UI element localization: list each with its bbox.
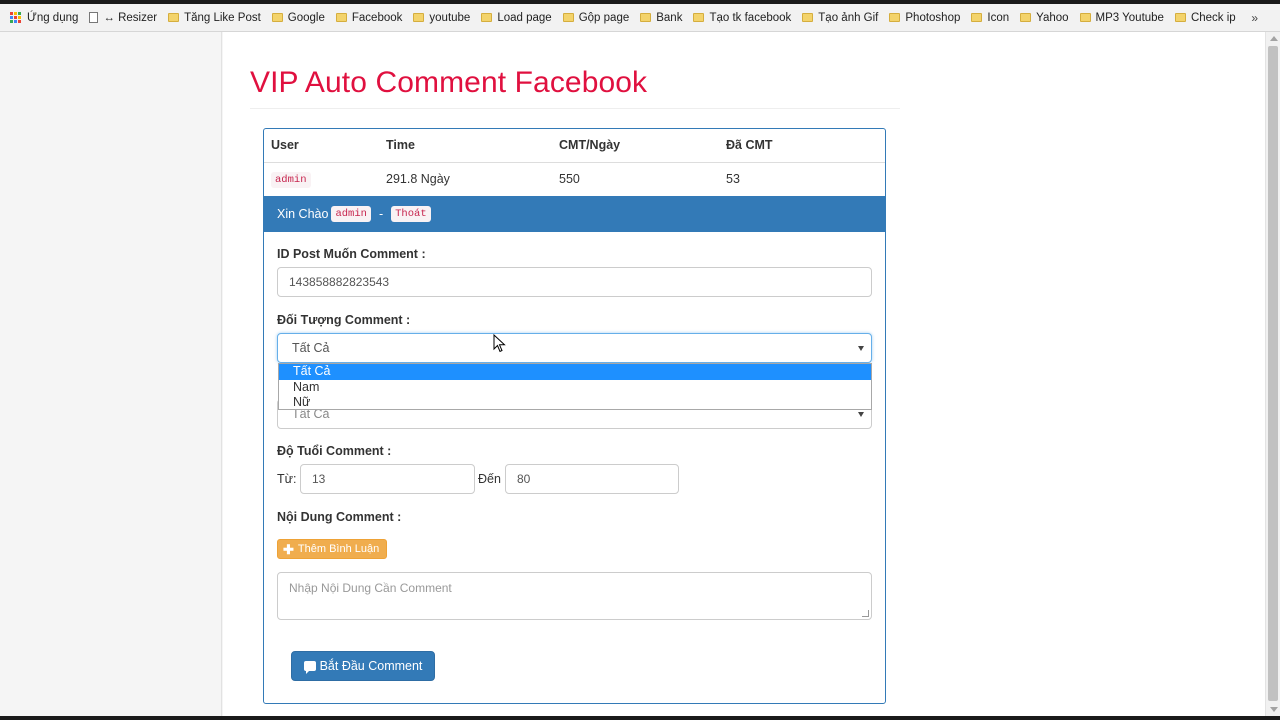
apps-grid-icon	[10, 11, 22, 24]
greeting-bar: Xin Chào admin - Thoát	[264, 196, 885, 232]
add-comment-button[interactable]: ✚ Thêm Bình Luận	[277, 539, 388, 559]
more-bookmarks-chevron-icon[interactable]: »	[1251, 11, 1258, 25]
start-comment-button[interactable]: Bắt Đầu Comment	[291, 651, 435, 681]
mouse-cursor-icon	[493, 334, 506, 353]
content-label: Nội Dung Comment :	[277, 510, 402, 524]
folder-icon	[889, 13, 901, 22]
folder-icon	[1174, 13, 1186, 22]
bookmark-photoshop[interactable]: Photoshop	[889, 12, 960, 24]
bookmark-facebook[interactable]: Facebook	[335, 12, 402, 24]
bookmark-resizer[interactable]: ↔ Resizer	[89, 12, 157, 24]
bookmarks-bar: Ứng dụng ↔ Resizer Tăng Like Post Google…	[0, 0, 1280, 32]
bookmark-mp3-youtube[interactable]: MP3 Youtube	[1079, 12, 1164, 24]
bookmark-yahoo[interactable]: Yahoo	[1020, 12, 1069, 24]
table-row: admin 291.8 Ngày 550 53	[264, 162, 885, 195]
folder-icon	[413, 13, 425, 22]
folder-icon	[971, 13, 983, 22]
table-header-row: User Time CMT/Ngày Đã CMT	[264, 129, 885, 163]
dropdown-option-male[interactable]: Nam	[279, 380, 871, 396]
cell-per-day: 550	[559, 171, 580, 186]
bookmark-icon[interactable]: Icon	[971, 12, 1009, 24]
post-id-label: ID Post Muốn Comment :	[277, 247, 426, 261]
title-divider	[250, 108, 900, 109]
folder-icon	[693, 13, 705, 22]
textarea-placeholder: Nhập Nội Dung Cần Comment	[289, 581, 452, 595]
folder-icon	[271, 13, 283, 22]
user-code: admin	[271, 172, 311, 189]
folder-icon	[1079, 13, 1091, 22]
comment-panel: User Time CMT/Ngày Đã CMT admin 291.8 Ng…	[263, 128, 886, 704]
bookmark-apps[interactable]: Ứng dụng	[10, 11, 78, 24]
age-from-label: Từ:	[277, 472, 297, 486]
age-to-input[interactable]: 80	[505, 464, 679, 494]
plus-icon: ✚	[283, 541, 294, 557]
folder-icon	[481, 13, 493, 22]
bottom-border	[0, 716, 1280, 720]
bookmark-youtube[interactable]: youtube	[413, 12, 470, 24]
header-cmt-per-day: CMT/Ngày	[552, 129, 719, 163]
bookmark-check-ip[interactable]: Check ip	[1174, 12, 1236, 24]
logout-link[interactable]: Thoát	[391, 206, 431, 222]
folder-icon	[168, 13, 180, 22]
left-gutter	[0, 32, 222, 716]
bookmark-tao-tk-facebook[interactable]: Tạo tk facebook	[693, 12, 791, 24]
greeting-text: Xin Chào	[277, 207, 329, 221]
bookmark-tao-anh-gif[interactable]: Tạo ảnh Gif	[802, 12, 878, 24]
resize-handle-icon[interactable]	[862, 610, 869, 617]
cell-done: 53	[726, 171, 740, 186]
header-user: User	[264, 129, 379, 163]
scroll-thumb[interactable]	[1268, 46, 1278, 701]
dropdown-option-female[interactable]: Nữ	[279, 395, 871, 411]
bookmark-bank[interactable]: Bank	[640, 12, 682, 24]
page-icon	[89, 12, 99, 23]
bookmark-tang-like-post[interactable]: Tăng Like Post	[168, 12, 261, 24]
folder-icon	[335, 13, 347, 22]
greeting-user: admin	[331, 206, 371, 222]
user-info-table: User Time CMT/Ngày Đã CMT admin 291.8 Ng…	[264, 129, 885, 195]
header-time: Time	[379, 129, 552, 163]
header-done-cmt: Đã CMT	[719, 129, 885, 163]
scroll-up-arrow-icon[interactable]	[1270, 36, 1278, 41]
add-comment-label: Thêm Bình Luận	[297, 543, 380, 555]
vertical-scrollbar[interactable]	[1265, 32, 1280, 716]
folder-icon	[802, 13, 814, 22]
chevron-down-icon	[858, 346, 864, 351]
target-select[interactable]: Tất Cả	[277, 333, 872, 363]
target-dropdown-list: Tất Cả Nam Nữ	[278, 363, 872, 410]
dropdown-option-all[interactable]: Tất Cả	[279, 364, 871, 380]
cell-time: 291.8 Ngày	[386, 171, 450, 186]
comment-icon	[303, 661, 316, 674]
page-title: VIP Auto Comment Facebook	[250, 66, 648, 99]
chevron-down-icon	[858, 412, 864, 417]
cell-user: admin	[264, 162, 379, 195]
age-label: Độ Tuổi Comment :	[277, 444, 392, 458]
folder-icon	[640, 13, 652, 22]
bookmark-gop-page[interactable]: Gộp page	[562, 12, 629, 24]
folder-icon	[562, 13, 574, 22]
age-from-input[interactable]: 13	[300, 464, 475, 494]
comment-content-textarea[interactable]: Nhập Nội Dung Cần Comment	[277, 572, 872, 620]
start-comment-label: Bắt Đầu Comment	[319, 659, 423, 673]
scroll-down-arrow-icon[interactable]	[1270, 707, 1278, 712]
post-id-input[interactable]: 143858882823543	[277, 267, 872, 297]
bookmark-load-page[interactable]: Load page	[481, 12, 552, 24]
folder-icon	[1020, 13, 1032, 22]
target-select-value: Tất Cả	[292, 341, 330, 355]
target-label: Đối Tượng Comment :	[277, 313, 411, 327]
age-to-label: Đến	[478, 472, 501, 486]
bookmark-google[interactable]: Google	[271, 12, 325, 24]
greeting-separator: -	[378, 207, 384, 221]
